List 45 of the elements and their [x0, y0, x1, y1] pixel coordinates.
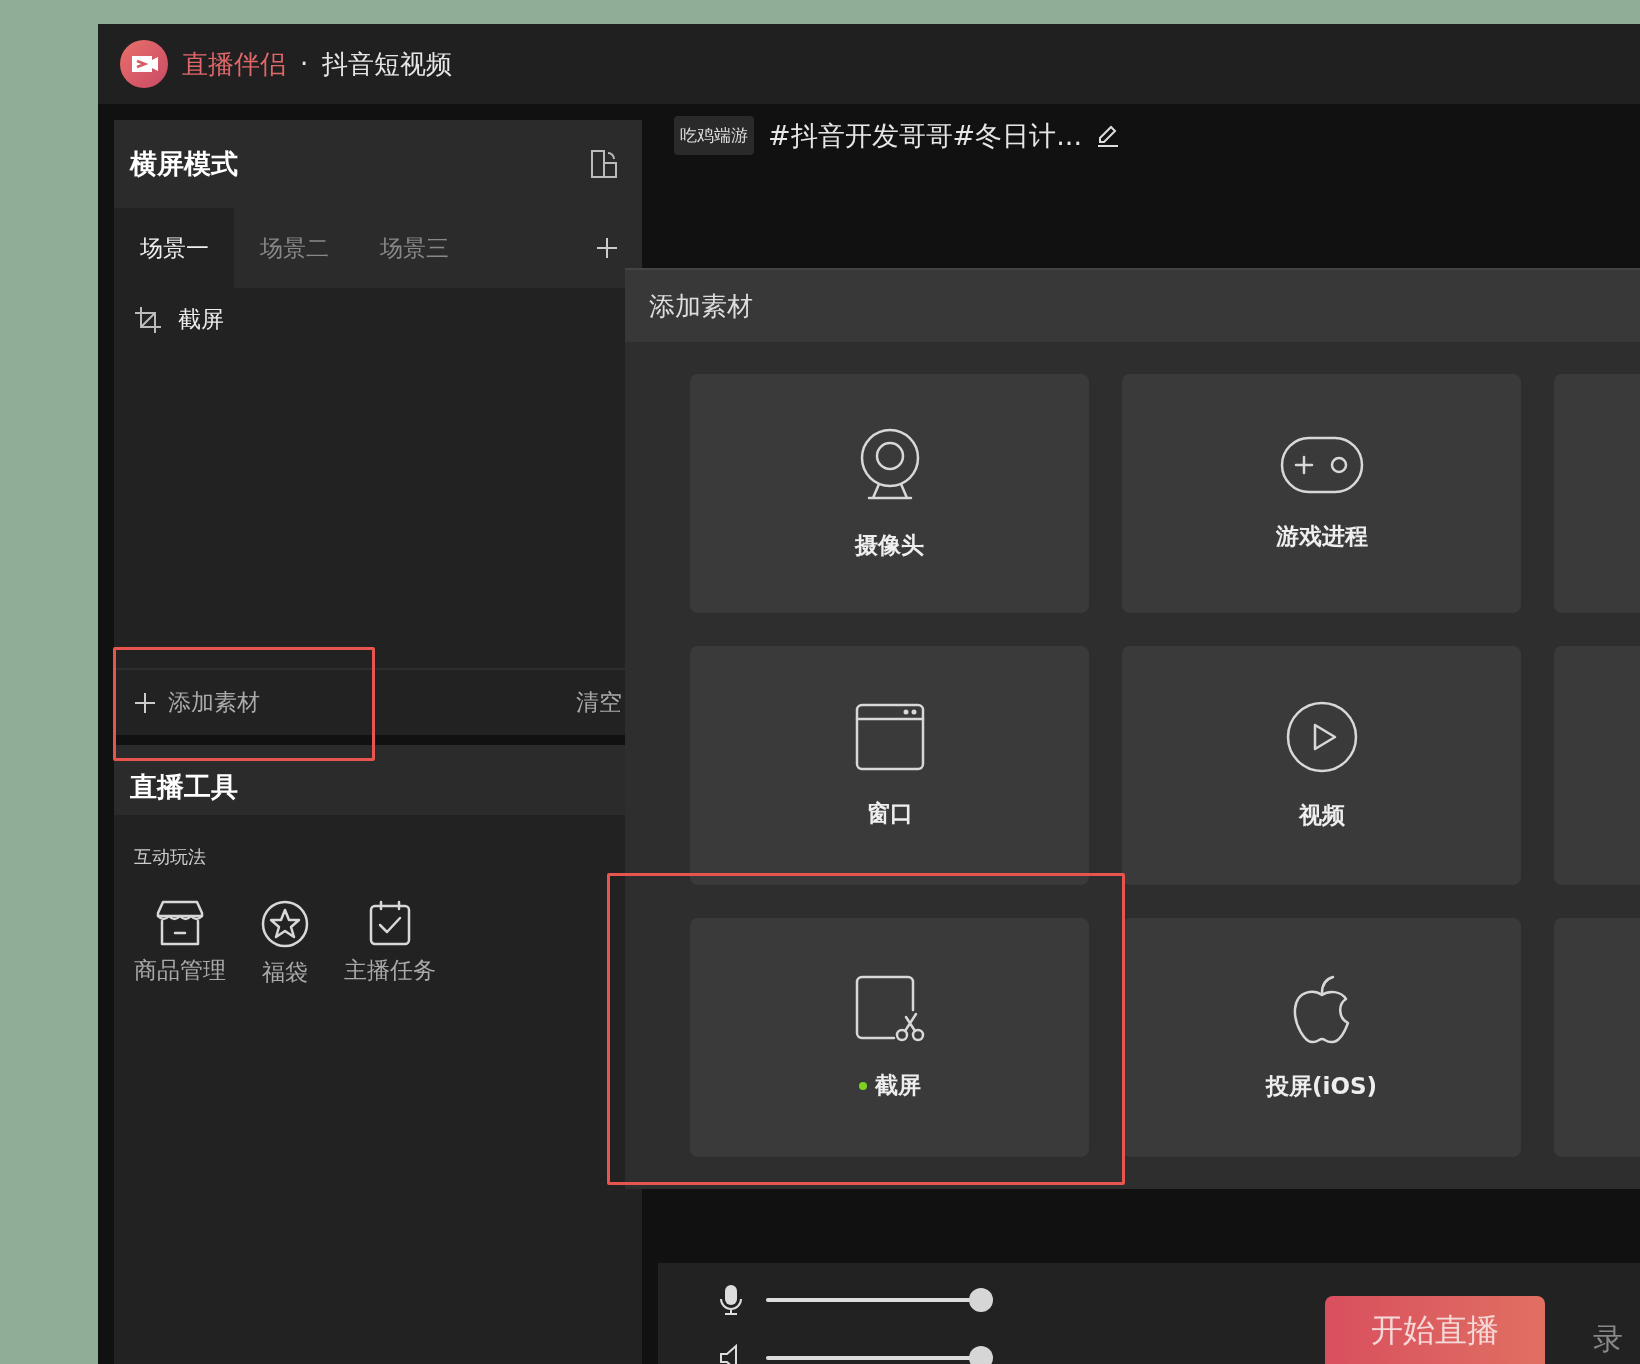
- plus-icon: [134, 691, 156, 714]
- edit-icon[interactable]: [1096, 123, 1120, 148]
- source-card[interactable]: 截屏: [690, 918, 1089, 1157]
- title-separator: ·: [300, 49, 309, 79]
- card-label: 截屏: [874, 1071, 921, 1100]
- source-card[interactable]: 窗口: [690, 646, 1089, 885]
- gamepad-icon: [1278, 435, 1365, 495]
- slider-thumb[interactable]: [969, 1288, 993, 1312]
- record-button[interactable]: 录: [1593, 1319, 1623, 1360]
- card-label: 摄像头: [855, 531, 924, 560]
- add-icon[interactable]: [596, 237, 618, 259]
- source-card[interactable]: 投屏(iOS): [1122, 918, 1521, 1157]
- screenshot-icon: [853, 974, 926, 1044]
- scene-tab[interactable]: 场景一: [114, 208, 234, 288]
- card-label: 游戏进程: [1275, 522, 1368, 551]
- microphone-icon[interactable]: [718, 1284, 744, 1316]
- orientation-icon[interactable]: [590, 149, 618, 179]
- clear-button[interactable]: 清空: [576, 687, 622, 718]
- tool-button[interactable]: 商品管理: [134, 899, 226, 988]
- task-checklist-icon: [367, 899, 413, 947]
- play-icon: [1284, 700, 1359, 774]
- store-icon: [155, 899, 205, 947]
- card-label: 投屏(iOS): [1266, 1072, 1377, 1101]
- tool-button[interactable]: 主播任务: [344, 899, 436, 988]
- platform-name: 抖音短视频: [322, 47, 453, 81]
- section-label: 互动玩法: [134, 845, 207, 869]
- window-icon: [853, 702, 926, 772]
- card-label: 视频: [1298, 801, 1345, 830]
- source-card[interactable]: 摄像头: [690, 374, 1089, 613]
- slider-thumb[interactable]: [969, 1346, 993, 1364]
- logo-icon: [120, 40, 168, 88]
- panel-title: 直播工具: [130, 770, 238, 804]
- category-tag[interactable]: 吃鸡端游: [674, 116, 754, 155]
- source-item[interactable]: 截屏: [178, 304, 224, 335]
- source-card[interactable]: 游戏进程: [1122, 374, 1521, 613]
- panel-title: 横屏模式: [130, 147, 238, 181]
- stream-title: #抖音开发哥哥#冬日计...: [768, 118, 1082, 153]
- app-name: 直播伴侣: [182, 47, 286, 81]
- card-label: 窗口: [866, 799, 913, 828]
- add-material-button[interactable]: 添加素材: [134, 687, 260, 718]
- crop-icon: [134, 305, 162, 334]
- dialog-title: 添加素材: [649, 289, 753, 323]
- source-card[interactable]: 视频: [1122, 646, 1521, 885]
- star-badge-icon: [260, 899, 310, 949]
- tool-button[interactable]: 福袋: [260, 899, 310, 988]
